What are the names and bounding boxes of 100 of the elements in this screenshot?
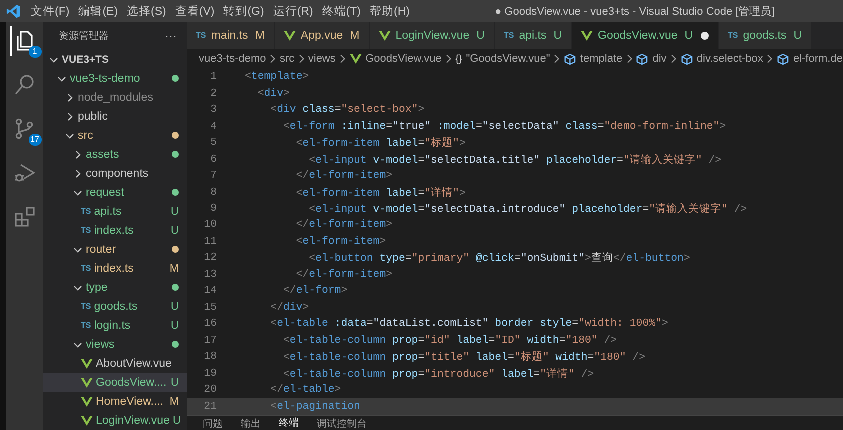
chevron-right-icon — [767, 54, 774, 64]
menu-item[interactable]: 文件(F) — [31, 4, 70, 18]
code-line: </el-form> — [282, 285, 348, 298]
breadcrumb-item[interactable]: el-form.de — [793, 53, 843, 65]
menu-item[interactable]: 终端(T) — [322, 4, 361, 18]
source-control-button[interactable]: 17 — [10, 114, 40, 144]
menu-item[interactable]: 帮助(H) — [370, 4, 410, 18]
tree-item[interactable]: request — [43, 183, 187, 202]
editor-tab[interactable]: App.vue M — [274, 22, 370, 49]
file-name: index.ts — [94, 224, 135, 236]
tree-item[interactable]: components — [43, 164, 187, 183]
tab-name: GoodsView.vue — [598, 30, 678, 42]
code-line: <el-table-column prop="id" label="ID" width="180" /> — [282, 334, 618, 347]
file-name: login.ts — [94, 320, 132, 332]
git-status: U — [171, 300, 179, 312]
breadcrumb-item[interactable]: div — [652, 53, 667, 65]
code-line: </el-form-item> — [295, 219, 393, 232]
file-name: request — [86, 186, 126, 198]
breadcrumb-item[interactable]: GoodsView.vue — [366, 53, 442, 65]
tree-item[interactable]: TS api.ts U — [43, 202, 187, 221]
file-name: vue3-ts-demo — [70, 72, 142, 84]
git-status: M — [170, 262, 179, 274]
tree-item[interactable]: src — [43, 126, 187, 145]
breadcrumb-item[interactable]: div.select-box — [696, 53, 764, 65]
tree-item[interactable]: HomeView.... M — [43, 392, 187, 411]
tree-item[interactable]: TS index.ts U — [43, 221, 187, 240]
breadcrumb-item[interactable]: template — [580, 53, 623, 65]
tree-item[interactable]: LoginView.vue U — [43, 411, 187, 430]
file-name: node_modules — [78, 92, 154, 104]
line-number: 13 — [203, 268, 217, 281]
menu-item[interactable]: 查看(V) — [175, 4, 215, 18]
git-status: U — [171, 206, 179, 218]
tree-item[interactable]: router — [43, 240, 187, 259]
file-name: goods.ts — [94, 300, 139, 312]
line-number: 12 — [203, 252, 217, 264]
editor-tab[interactable]: GoodsView.vue U — [572, 22, 720, 49]
code-line: <el-table :data="dataList.comList" border style="width: 100%"> — [270, 318, 668, 330]
code-line: <el-button type="primary" @click="onSubmit">查询</el-button> — [308, 251, 690, 266]
menu-item[interactable]: 转到(G) — [224, 4, 264, 18]
chevron-right-icon — [270, 54, 276, 64]
file-name: type — [86, 282, 109, 294]
line-number: 5 — [210, 137, 217, 150]
file-name: api.ts — [94, 206, 123, 218]
tree-item[interactable]: GoodsView.... U — [43, 373, 187, 392]
code-line: <div> — [256, 88, 290, 100]
line-number: 15 — [203, 302, 217, 314]
git-status: U — [171, 376, 179, 388]
code-line: <el-form-item label="标题"> — [295, 136, 466, 150]
tree-item[interactable]: AboutView.vue — [43, 354, 187, 373]
file-name: assets — [86, 148, 120, 160]
explorer-button[interactable]: 1 — [10, 26, 40, 56]
tree-item[interactable]: TS login.ts U — [43, 316, 187, 335]
code-line: </div> — [270, 302, 310, 314]
code-line: </el-form-item> — [295, 268, 393, 281]
tree-item[interactable]: views — [43, 335, 187, 354]
typescript-icon: TS — [504, 31, 514, 40]
git-status: U — [171, 224, 179, 236]
tree-item[interactable]: VUE3+TS — [43, 50, 187, 69]
line-number: 21 — [203, 400, 217, 413]
object-icon: {} — [456, 54, 462, 64]
tab-name: LoginView.vue — [396, 30, 470, 42]
panel-tab[interactable]: 输出 — [241, 416, 261, 430]
editor-tab[interactable]: TS main.ts M — [187, 22, 275, 49]
chevron-right-icon — [554, 54, 560, 64]
git-status: M — [255, 30, 265, 42]
code-line: <div class="select-box"> — [270, 104, 425, 116]
tree-item[interactable]: TS index.ts M — [43, 259, 187, 278]
editor-tab[interactable]: TS goods.ts U — [719, 22, 812, 49]
typescript-icon: TS — [196, 31, 206, 40]
editor-tab[interactable]: LoginView.vue U — [370, 22, 495, 49]
code-line: <el-pagination — [270, 400, 360, 413]
panel-tab[interactable]: 调试控制台 — [317, 416, 367, 430]
panel-tab[interactable]: 终端 — [279, 416, 299, 430]
menu-item[interactable]: 选择(S) — [127, 4, 166, 18]
tree-item[interactable]: assets — [43, 145, 187, 164]
tree-item[interactable]: TS goods.ts U — [43, 297, 187, 316]
file-name: views — [86, 338, 116, 350]
count-badge: 1 — [28, 46, 42, 58]
chevron-right-icon — [340, 54, 346, 64]
tree-item[interactable]: vue3-ts-demo — [43, 69, 187, 88]
breadcrumb-item[interactable]: src — [280, 53, 295, 65]
tree-item[interactable]: node_modules — [43, 88, 187, 107]
code-line: </el-table> — [270, 384, 342, 396]
menu-item[interactable]: 运行(R) — [273, 4, 314, 18]
line-number: 20 — [203, 384, 217, 396]
tree-item[interactable]: type — [43, 278, 187, 297]
tree-item[interactable]: public — [43, 107, 187, 126]
git-status: U — [684, 30, 694, 42]
cube-icon — [564, 52, 576, 66]
breadcrumb-item[interactable]: views — [308, 53, 336, 65]
panel-tab[interactable]: 问题 — [203, 416, 223, 430]
editor-tab[interactable]: TS api.ts U — [494, 22, 572, 49]
menu-item[interactable]: 编辑(E) — [78, 4, 118, 18]
breadcrumb-item[interactable]: "GoodsView.vue" — [466, 53, 550, 65]
vue-icon — [284, 30, 296, 40]
breadcrumb-item[interactable]: vue3-ts-demo — [199, 53, 266, 65]
git-status: U — [171, 320, 179, 332]
code-line: <el-input v-model="selectData.title" placeholder="请输入关键字" /> — [308, 153, 722, 167]
file-name: VUE3+TS — [62, 54, 110, 66]
more-actions-button[interactable]: ··· — [165, 29, 177, 43]
